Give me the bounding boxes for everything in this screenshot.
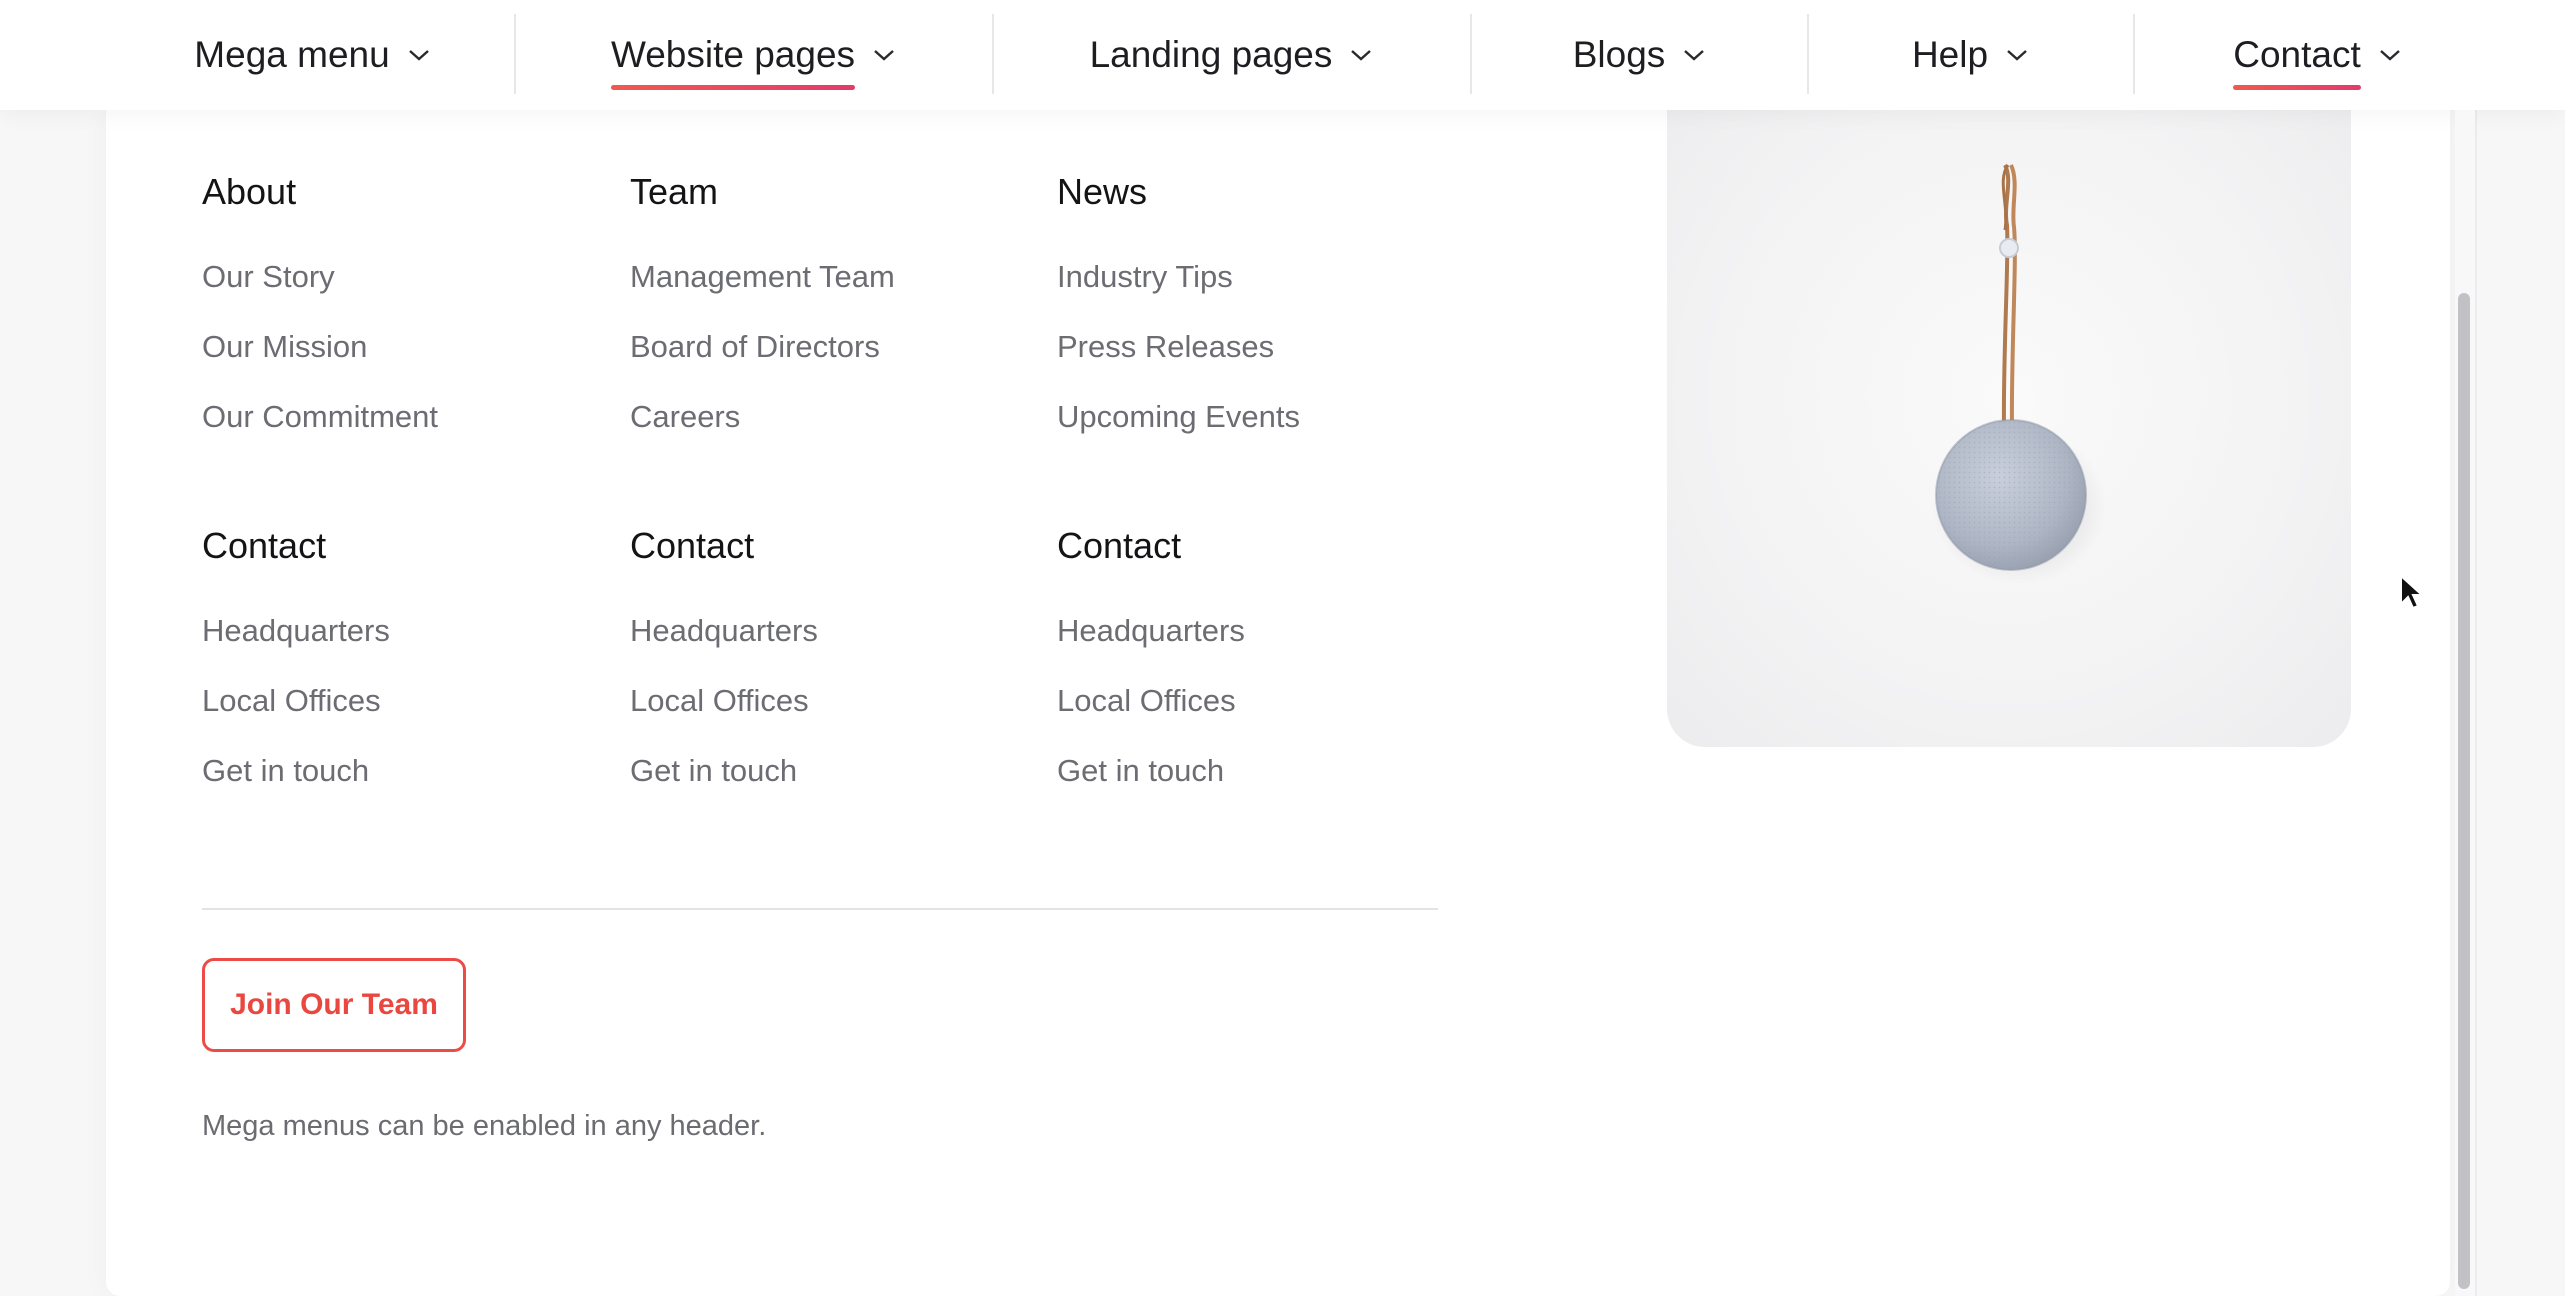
menu-link[interactable]: Get in touch — [1057, 736, 1457, 806]
nav-help[interactable]: Help — [1809, 0, 2131, 110]
chevron-down-icon — [874, 50, 894, 61]
column-heading: News — [1057, 171, 1148, 212]
menu-link[interactable]: Board of Directors — [630, 312, 1030, 382]
nav-website-pages[interactable]: Website pages — [516, 0, 990, 110]
column-heading: Contact — [1057, 525, 1182, 566]
nav-label: Blogs — [1572, 34, 1666, 75]
menu-link[interactable]: Local Offices — [202, 666, 602, 736]
nav-label: Website pages — [610, 34, 856, 90]
menu-column-contact: Contact Headquarters Local Offices Get i… — [630, 514, 1030, 806]
chevron-down-icon — [2379, 50, 2400, 61]
panel-edge — [2475, 110, 2477, 1296]
menu-link[interactable]: Press Releases — [1057, 312, 1457, 382]
menu-link[interactable]: Our Story — [202, 242, 602, 312]
nav-mega-menu[interactable]: Mega menu — [112, 0, 512, 110]
column-heading: About — [202, 171, 297, 212]
menu-link[interactable]: Upcoming Events — [1057, 382, 1457, 452]
join-our-team-button[interactable]: Join Our Team — [202, 958, 466, 1052]
menu-column-news: News Industry Tips Press Releases Upcomi… — [1057, 160, 1457, 452]
column-heading: Contact — [630, 525, 755, 566]
chevron-down-icon — [1684, 50, 1705, 61]
menu-column-contact: Contact Headquarters Local Offices Get i… — [1057, 514, 1457, 806]
top-navigation: Mega menu Website pages Landing pages Bl… — [0, 0, 2565, 110]
hanging-speaker-image — [1667, 110, 2351, 747]
menu-link[interactable]: Management Team — [630, 242, 1030, 312]
menu-column-about: About Our Story Our Mission Our Commitme… — [202, 160, 602, 452]
nav-contact[interactable]: Contact — [2135, 0, 2499, 110]
scrollbar[interactable] — [2455, 110, 2475, 1296]
menu-link[interactable]: Local Offices — [630, 666, 1030, 736]
speaker-illustration — [1931, 164, 2107, 584]
menu-column-contact: Contact Headquarters Local Offices Get i… — [202, 514, 602, 806]
nav-label: Contact — [2233, 34, 2361, 90]
nav-label: Landing pages — [1089, 34, 1333, 75]
nav-label: Mega menu — [194, 34, 390, 75]
menu-link[interactable]: Headquarters — [1057, 596, 1457, 666]
menu-link[interactable]: Local Offices — [1057, 666, 1457, 736]
mouse-cursor-icon — [2400, 574, 2425, 610]
chevron-down-icon — [2007, 50, 2027, 61]
menu-link[interactable]: Get in touch — [202, 736, 602, 806]
menu-link[interactable]: Headquarters — [630, 596, 1030, 666]
menu-column-team: Team Management Team Board of Directors … — [630, 160, 1030, 452]
nav-label: Help — [1911, 34, 1989, 75]
menu-link[interactable]: Our Mission — [202, 312, 602, 382]
nav-landing-pages[interactable]: Landing pages — [994, 0, 1468, 110]
mega-menu-panel: About Our Story Our Mission Our Commitme… — [106, 110, 2450, 1296]
menu-link[interactable]: Our Commitment — [202, 382, 602, 452]
menu-divider — [202, 908, 1438, 910]
column-heading: Team — [630, 171, 719, 212]
menu-link[interactable]: Get in touch — [630, 736, 1030, 806]
chevron-down-icon — [1351, 50, 1372, 61]
chevron-down-icon — [408, 50, 429, 61]
column-heading: Contact — [202, 525, 327, 566]
menu-link[interactable]: Headquarters — [202, 596, 602, 666]
menu-link[interactable]: Careers — [630, 382, 1030, 452]
menu-footnote: Mega menus can be enabled in any header. — [202, 1110, 767, 1142]
nav-blogs[interactable]: Blogs — [1472, 0, 1806, 110]
scrollbar-thumb[interactable] — [2458, 293, 2470, 1289]
menu-link[interactable]: Industry Tips — [1057, 242, 1457, 312]
